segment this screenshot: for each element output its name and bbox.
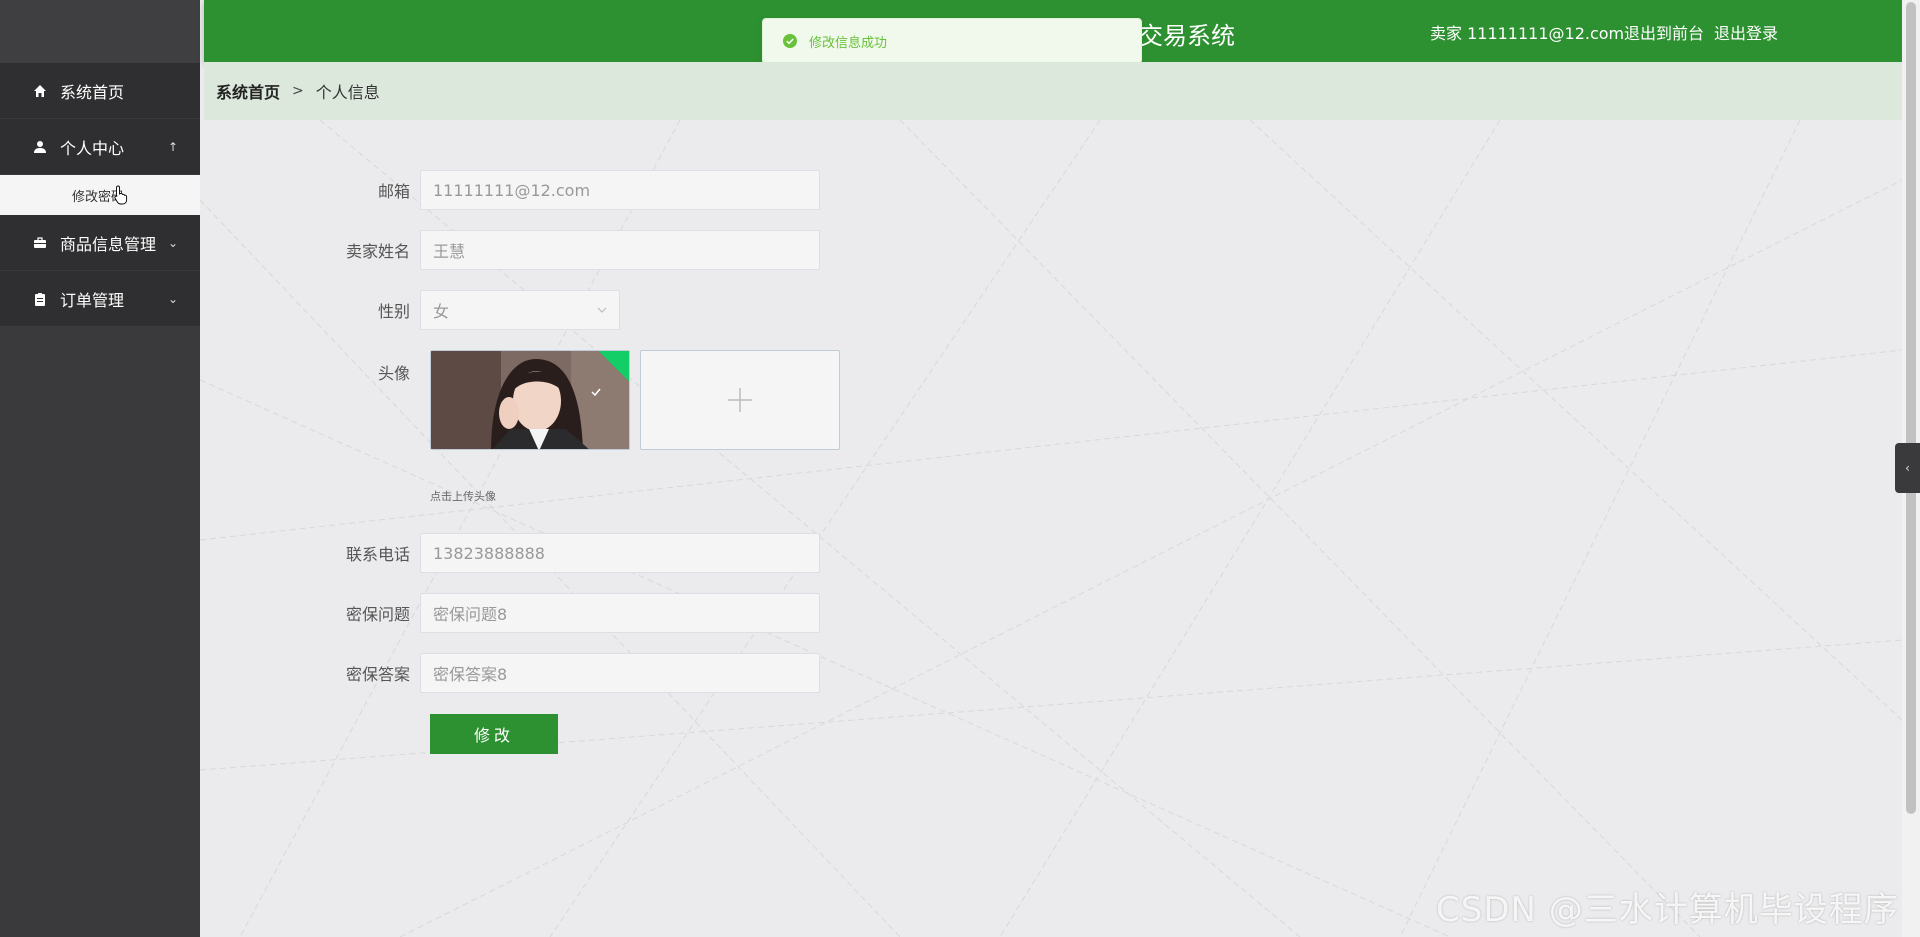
home-icon	[32, 83, 48, 99]
security-question-label: 密保问题	[345, 605, 410, 624]
submit-button[interactable]: 修改	[430, 714, 558, 754]
email-label: 邮箱	[377, 182, 410, 201]
logout-link[interactable]: 退出登录	[1714, 20, 1778, 44]
sidebar-item-label: 订单管理	[60, 290, 125, 310]
security-question-field[interactable]	[420, 593, 820, 633]
breadcrumb-home[interactable]: 系统首页	[216, 79, 280, 103]
sidebar: 系统首页 个人中心 ↑ 修改密码 商品信息管理 ⌄ 订单管理 ⌄	[0, 0, 200, 937]
chevron-down-icon: ⌄	[167, 291, 178, 306]
phone-row: 联系电话	[300, 533, 820, 573]
back-to-front-link[interactable]: 退出到前台	[1624, 20, 1704, 44]
hand-cursor-icon	[114, 185, 128, 205]
toast-message: 修改信息成功	[809, 35, 888, 51]
email-row: 邮箱	[300, 170, 820, 210]
email-field[interactable]	[420, 170, 820, 210]
success-check-icon	[783, 34, 797, 48]
chevron-down-icon: ⌄	[167, 235, 178, 250]
avatar-photo	[431, 351, 629, 449]
gender-select[interactable]: 女	[420, 290, 620, 330]
phone-label: 联系电话	[345, 545, 410, 564]
security-answer-row: 密保答案	[300, 653, 820, 693]
submenu-item-change-password[interactable]: 修改密码	[0, 175, 200, 215]
plus-icon	[728, 388, 752, 412]
seller-name-field[interactable]	[420, 230, 820, 270]
security-answer-label: 密保答案	[345, 665, 410, 684]
clipboard-icon	[32, 291, 48, 307]
sidebar-item-home[interactable]: 系统首页	[0, 63, 200, 119]
chevron-left-icon: ‹	[1905, 461, 1910, 475]
avatar-row: 头像	[300, 350, 420, 384]
breadcrumb: 系统首页 > 个人信息	[204, 62, 1902, 120]
sidebar-item-product-management[interactable]: 商品信息管理 ⌄	[0, 215, 200, 271]
gender-selected-value: 女	[433, 302, 450, 321]
phone-field[interactable]	[420, 533, 820, 573]
briefcase-icon	[32, 235, 48, 251]
sidebar-item-label: 个人中心	[60, 138, 125, 158]
system-title: 交易系统	[1139, 22, 1235, 50]
watermark: CSDN @三水计算机毕设程序	[1436, 890, 1899, 930]
gender-row: 性别 女	[300, 290, 620, 330]
avatar-upload-button[interactable]	[640, 350, 840, 450]
current-user: 卖家 11111111@12.com	[1430, 24, 1625, 43]
avatar-label: 头像	[377, 364, 410, 383]
collapse-handle[interactable]: ‹	[1895, 443, 1920, 493]
success-toast: 修改信息成功	[762, 18, 1142, 64]
sidebar-item-label: 商品信息管理	[60, 234, 157, 254]
sidebar-item-order-management[interactable]: 订单管理 ⌄	[0, 271, 200, 327]
avatar-upload-hint: 点击上传头像	[430, 490, 496, 503]
sidebar-item-label: 系统首页	[60, 82, 125, 102]
scrollbar-thumb[interactable]	[1906, 2, 1916, 814]
sidebar-logo-area	[0, 0, 200, 63]
seller-name-label: 卖家姓名	[345, 242, 410, 261]
breadcrumb-separator: >	[292, 83, 304, 99]
chevron-up-icon: ↑	[167, 139, 178, 154]
avatar-upload-area	[430, 350, 840, 450]
breadcrumb-current: 个人信息	[315, 83, 380, 102]
avatar-image[interactable]	[430, 350, 630, 450]
user-icon	[32, 139, 48, 155]
security-answer-field[interactable]	[420, 653, 820, 693]
seller-name-row: 卖家姓名	[300, 230, 820, 270]
check-icon	[591, 388, 601, 397]
chevron-down-icon	[597, 307, 607, 313]
sidebar-item-personal-center[interactable]: 个人中心 ↑	[0, 119, 200, 175]
gender-label: 性别	[377, 302, 410, 321]
security-question-row: 密保问题	[300, 593, 820, 633]
